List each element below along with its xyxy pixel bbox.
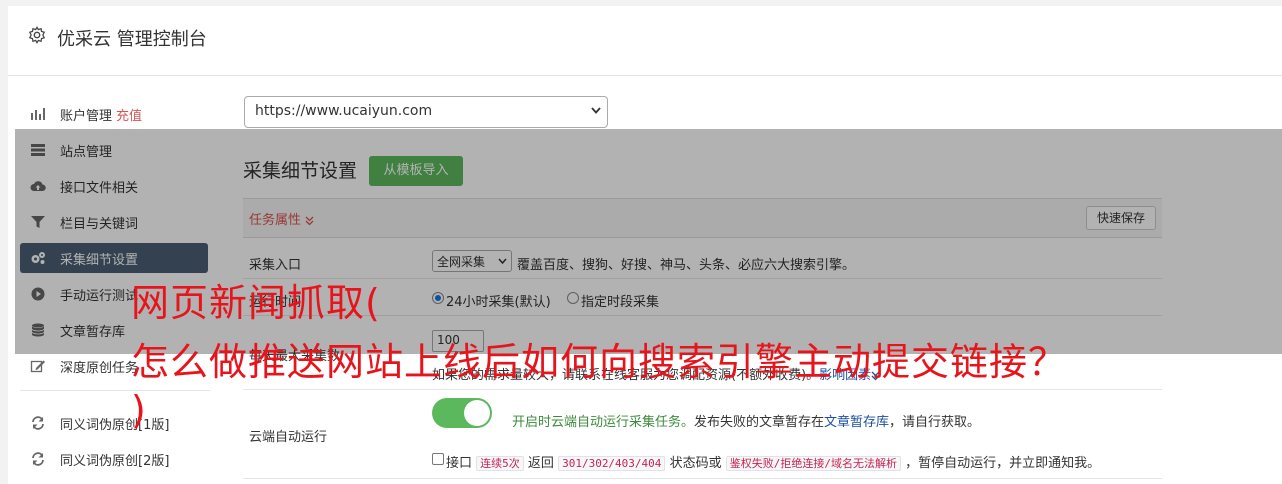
site-select-value: https://www.ucaiyun.com	[255, 103, 433, 119]
overlay-headline-line3: )	[131, 388, 147, 432]
sidebar-item-synonym-v1[interactable]: 同义词伪原创[1版]	[20, 408, 208, 438]
page-title: 优采云 管理控制台	[57, 29, 207, 50]
chk-code-2: 301/302/403/404	[558, 456, 666, 471]
cloud-autorun-desc: 开启时云端自动运行采集任务。发布失败的文章暂存在文章暂存库，请自行获取。	[512, 411, 980, 430]
sidebar-divider	[20, 390, 210, 391]
cloud-autorun-on-text: 开启时云端自动运行采集任务。	[512, 415, 695, 430]
cloud-autorun-toggle[interactable]	[432, 398, 492, 428]
overlay-headline-line1: 网页新闻抓取(	[131, 281, 381, 325]
pause-on-error-checkbox[interactable]	[432, 453, 444, 465]
cloud-autorun-desc-1: 发布失败的文章暂存在	[694, 415, 825, 430]
recharge-link[interactable]: 充值	[116, 109, 142, 124]
refresh-icon	[32, 452, 44, 466]
sidebar-item-label: 同义词伪原创[1版]	[60, 418, 170, 433]
sidebar-item-synonym-v2[interactable]: 同义词伪原创[2版]	[20, 444, 208, 474]
sidebar-item-label: 同义词伪原创[2版]	[60, 454, 170, 469]
chk-text-2: 返回	[527, 456, 554, 471]
pause-on-error-text: 接口 连续5次 返回 301/302/403/404 状态码或 鉴权失败/拒绝连…	[446, 452, 1100, 471]
chk-code-3: 鉴权失败/拒绝连接/域名无法解析	[725, 456, 901, 471]
cloud-autorun-desc-2: ，请自行获取。	[889, 415, 981, 430]
refresh-icon	[32, 416, 44, 430]
site-select[interactable]: https://www.ucaiyun.com	[244, 96, 608, 128]
cloud-autorun-label: 云端自动运行	[249, 430, 328, 445]
chk-code-1: 连续5次	[476, 456, 524, 471]
chk-text-1: 接口	[446, 456, 473, 471]
article-store-link[interactable]: 文章暂存库	[824, 415, 889, 430]
panel-header: 优采云 管理控制台	[8, 6, 1282, 76]
row-divider	[243, 389, 1162, 390]
bar-chart-icon	[31, 108, 45, 120]
overlay-headline-line2: 怎么做推送网站上线后如何向搜索引擎主动提交链接？	[131, 340, 1068, 384]
sidebar-item-label: 深度原创任务	[60, 361, 139, 376]
chk-text-3: 状态码或	[669, 456, 722, 471]
gear-icon	[28, 26, 46, 44]
chevron-down-icon	[591, 107, 601, 114]
sidebar-item-account[interactable]: 账户管理 充值	[20, 99, 208, 129]
chk-text-4: ，暂停自动运行，并立即通知我。	[905, 456, 1101, 471]
edit-icon	[30, 360, 45, 373]
row-divider	[243, 478, 1162, 479]
sidebar-item-label: 账户管理	[60, 109, 113, 124]
toggle-knob	[464, 400, 490, 426]
